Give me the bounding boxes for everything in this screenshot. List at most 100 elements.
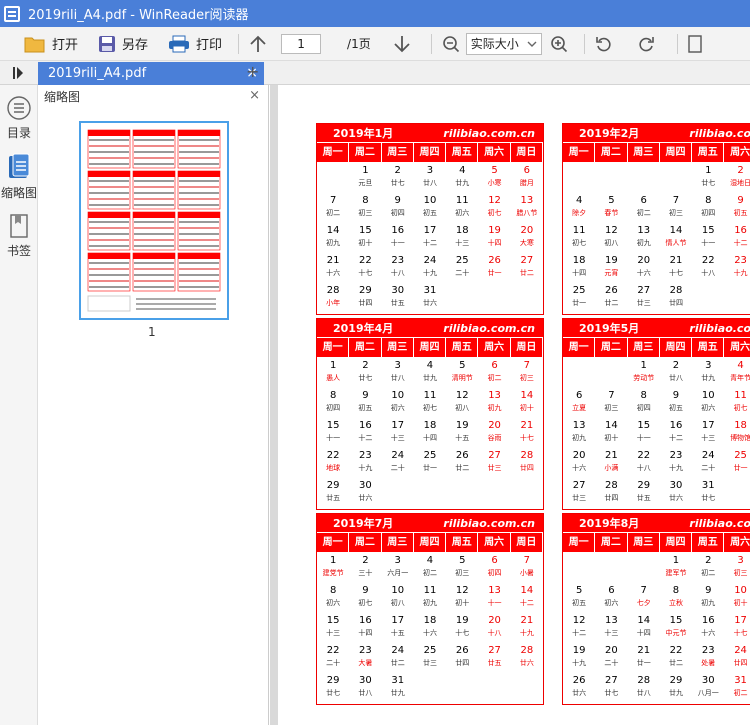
previous-page-button[interactable] — [249, 27, 273, 61]
day-cell: 25 二十 — [446, 254, 478, 284]
day-cell: 30 廿五 — [382, 284, 414, 314]
weekday-label: 周一 — [317, 143, 350, 163]
day-number: 12 — [455, 585, 469, 596]
lunar-date: 十七 — [519, 434, 534, 442]
lunar-date: 廿六 — [572, 689, 587, 697]
weekday-row: 周一周二周三周四周五周六周日 — [563, 142, 750, 163]
lunar-date: 十七 — [455, 629, 470, 637]
lunar-date: 初二 — [326, 209, 341, 217]
day-number: 19 — [605, 255, 618, 266]
day-number: 22 — [701, 255, 715, 266]
day-number: 7 — [523, 555, 531, 566]
lunar-date: 初二 — [636, 209, 651, 217]
print-button[interactable]: 打印 — [168, 27, 222, 61]
day-cell: 18 十六 — [414, 614, 446, 644]
day-number: 14 — [605, 420, 618, 431]
day-cell: 21 廿一 — [628, 644, 660, 674]
document-viewer: 2019年1月 rilibiao.com.cn 周一 周二 周三 周四 周五 周六 周日 1 元旦 2… — [270, 85, 750, 725]
lunar-date: 建党节 — [322, 569, 344, 577]
window-title: 2019rili_A4.pdf - WinReader阅读器 — [28, 8, 249, 23]
day-number: 12 — [455, 390, 469, 401]
page-thumbnail[interactable] — [79, 121, 229, 320]
lunar-date: 初三 — [733, 569, 748, 577]
save-as-button[interactable]: 另存 — [98, 27, 148, 61]
lunar-date: 大暑 — [358, 659, 373, 667]
weekday-label: 周三 — [382, 143, 414, 163]
day-cell: 16 十二 — [349, 419, 381, 449]
day-number: 24 — [734, 645, 747, 656]
lunar-date: 初六 — [326, 599, 341, 607]
lunar-date: 廿八 — [668, 374, 683, 382]
weekday-label: 周五 — [446, 143, 479, 163]
day-number: 6 — [491, 555, 498, 566]
lunar-date: 廿五 — [636, 494, 651, 502]
weekday-label: 周四 — [660, 338, 693, 358]
day-cell: 7 初二 — [317, 194, 349, 224]
day-number: 21 — [637, 645, 651, 656]
day-number: 30 — [701, 675, 715, 686]
day-cell: 8 初六 — [317, 584, 349, 614]
day-number: 13 — [637, 225, 651, 236]
next-page-button[interactable] — [393, 27, 417, 61]
day-number: 2 — [362, 360, 369, 371]
day-cell: 16 十一 — [382, 224, 414, 254]
lunar-date: 十八 — [487, 629, 502, 637]
lunar-date: 元宵 — [604, 269, 619, 277]
day-cell: 9 初九 — [692, 584, 724, 614]
day-number: 15 — [326, 420, 340, 431]
rotate-right-button[interactable] — [637, 27, 661, 61]
zoom-in-button[interactable] — [550, 27, 574, 61]
day-number: 16 — [734, 225, 747, 236]
day-number: 25 — [455, 255, 469, 266]
new-tab-button[interactable]: + — [246, 62, 259, 81]
nav-thumbnails[interactable]: 缩略图 — [0, 153, 38, 201]
day-cell: 9 初四 — [382, 194, 414, 224]
day-cell: 1 廿七 — [692, 164, 724, 194]
lunar-date: 十六 — [422, 629, 437, 637]
day-number: 5 — [459, 360, 466, 371]
weekday-label: 周四 — [414, 143, 447, 163]
tab-document[interactable]: 2019rili_A4.pdf × — [38, 62, 264, 85]
day-cell: 2 廿七 — [382, 164, 414, 194]
day-cell: 1 劳动节 — [628, 359, 660, 389]
nav-bookmarks[interactable]: 书签 — [0, 213, 38, 259]
panel-toggle-button[interactable] — [12, 65, 24, 84]
thumbnail-panel: 缩略图 × 1 — [38, 85, 269, 725]
panel-close-button[interactable]: × — [249, 88, 260, 103]
day-cell: 1 建党节 — [317, 554, 349, 584]
thumbnail-month — [132, 252, 176, 292]
day-cell: 3 六月一 — [382, 554, 414, 584]
open-button[interactable]: 打开 — [24, 27, 78, 61]
weekday-label: 周一 — [563, 533, 596, 553]
page-number-input[interactable]: 1 — [281, 33, 322, 54]
rotate-left-button[interactable] — [595, 27, 619, 61]
day-cell: 30 廿八 — [349, 674, 381, 704]
list-icon — [7, 96, 31, 120]
lunar-date: 青年节 — [730, 374, 750, 382]
thumbnail-month — [87, 170, 131, 210]
calendar-month: 2019年8月 rilibiao.com.cn 周一周二周三周四周五周六周日 1 建军节… — [562, 513, 750, 705]
lunar-date: 廿八 — [636, 689, 651, 697]
toolbar: 打开 另存 打印 1 /1页 实际大小 — [0, 27, 750, 61]
empty-cell — [563, 164, 595, 194]
zoom-select[interactable]: 实际大小 — [465, 32, 542, 55]
month-header: 2019年7月 rilibiao.com.cn — [317, 514, 543, 532]
day-cell: 10 初八 — [382, 584, 414, 614]
day-cell: 26 廿二 — [595, 284, 627, 314]
single-page-view-button[interactable] — [688, 27, 708, 61]
empty-cell — [628, 164, 660, 194]
lunar-date: 廿七 — [358, 374, 373, 382]
thumbnail-preview — [87, 129, 221, 312]
lunar-date: 十六 — [636, 269, 651, 277]
day-cell: 23 十九 — [349, 449, 381, 479]
day-number: 13 — [572, 420, 586, 431]
day-cell: 6 初二 — [478, 359, 510, 389]
day-cell: 27 廿三 — [478, 449, 510, 479]
zoom-out-button[interactable] — [442, 27, 466, 61]
nav-toc[interactable]: 目录 — [0, 95, 38, 141]
day-cell: 11 初七 — [414, 389, 446, 419]
lunar-date: 初五 — [572, 599, 587, 607]
day-number: 12 — [605, 225, 618, 236]
day-cell: 15 十三 — [317, 614, 349, 644]
day-number: 24 — [701, 450, 715, 461]
